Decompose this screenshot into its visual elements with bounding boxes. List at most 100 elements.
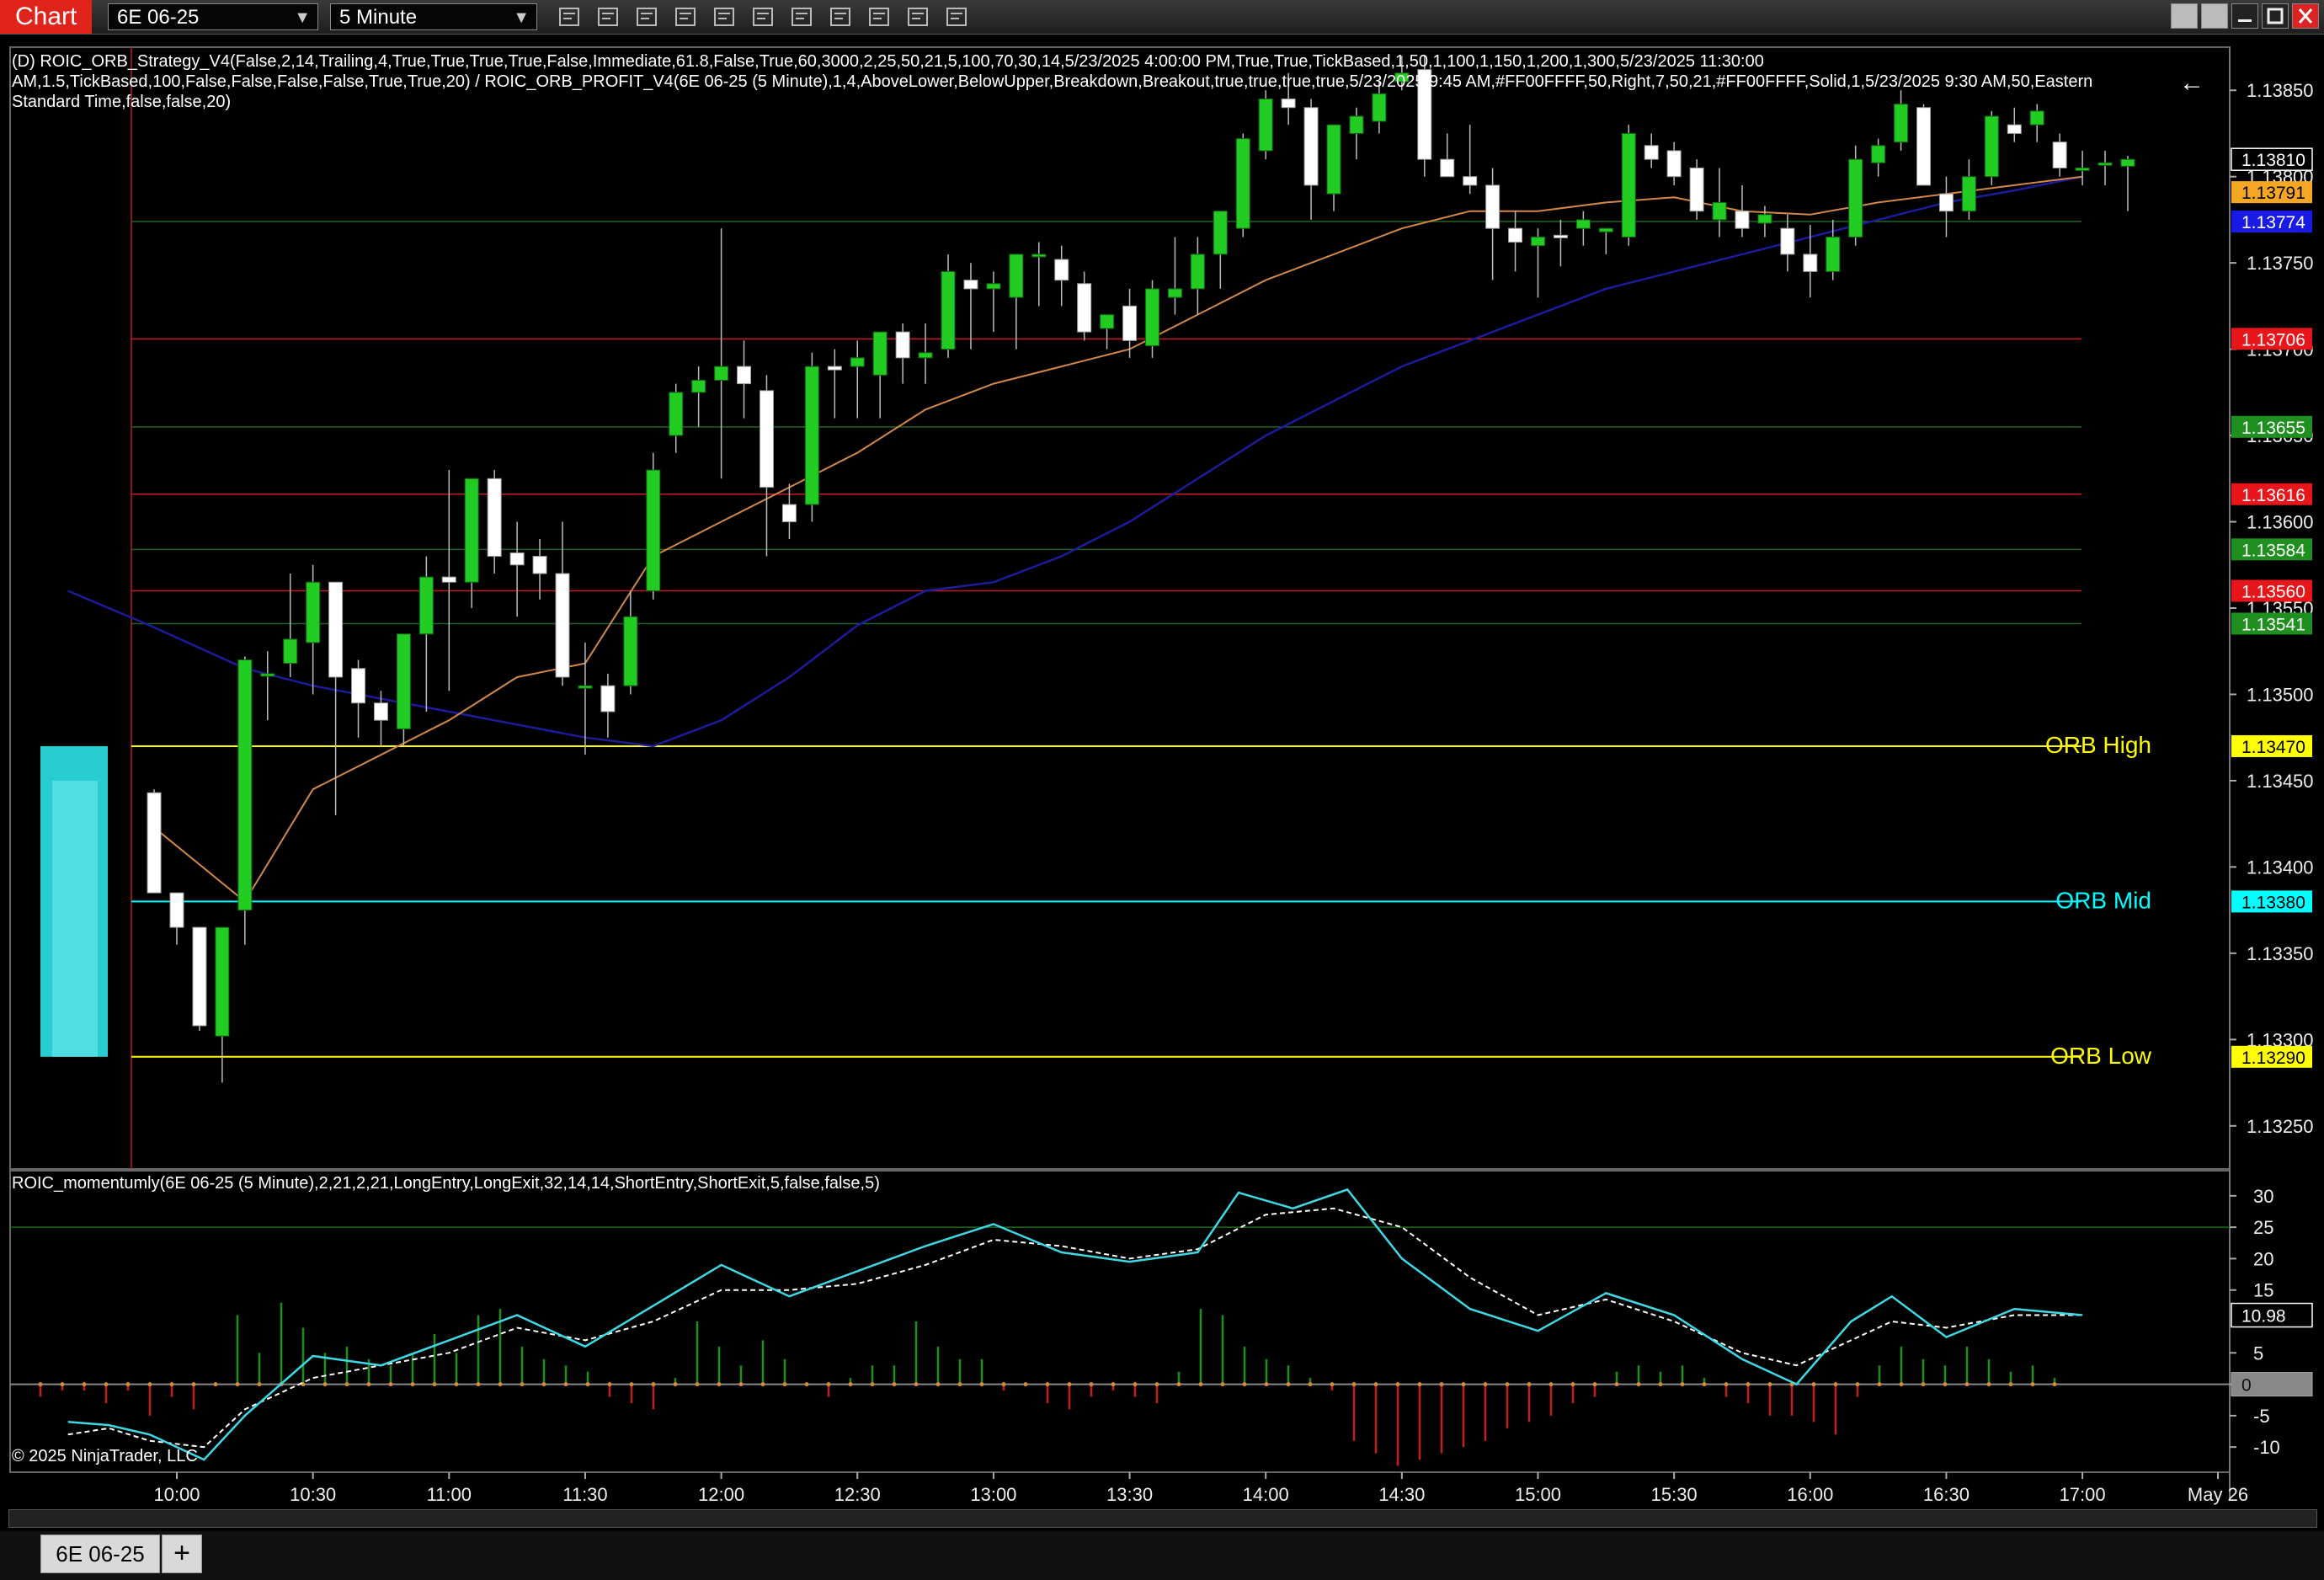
histogram-dot bbox=[1395, 1382, 1400, 1387]
candle-body bbox=[759, 390, 774, 488]
candle-body bbox=[555, 573, 570, 678]
candle-body bbox=[691, 380, 706, 393]
histogram-dot bbox=[563, 1382, 568, 1387]
time-axis-label: 16:00 bbox=[1787, 1484, 1833, 1505]
candle-body bbox=[827, 366, 842, 371]
histogram-dot bbox=[454, 1382, 459, 1387]
histogram-dot bbox=[1855, 1382, 1860, 1387]
candle-body bbox=[1326, 124, 1341, 195]
candle-body bbox=[1031, 254, 1047, 258]
histogram-dot bbox=[935, 1382, 941, 1387]
histogram-dot bbox=[322, 1382, 328, 1387]
candle-body bbox=[192, 926, 207, 1027]
candle-body bbox=[1213, 211, 1228, 255]
time-axis-label: 11:30 bbox=[562, 1484, 607, 1505]
candle-body bbox=[850, 357, 865, 367]
histogram-dot bbox=[476, 1382, 481, 1387]
histogram-dot bbox=[498, 1382, 503, 1387]
price-marker-label: 1.13810 bbox=[2241, 151, 2305, 170]
candle-body bbox=[1553, 234, 1568, 238]
tab-6e-06-25[interactable]: 6E 06-25 bbox=[40, 1535, 160, 1573]
candle-body bbox=[532, 556, 547, 574]
candle-body bbox=[2075, 167, 2090, 171]
candle-body bbox=[464, 478, 479, 583]
price-marker-label: 1.13380 bbox=[2241, 893, 2305, 912]
candle-body bbox=[986, 283, 1001, 290]
histogram-dot bbox=[1373, 1382, 1378, 1387]
candle-body bbox=[1009, 254, 1024, 298]
histogram-dot bbox=[1198, 1382, 1203, 1387]
candle-body bbox=[872, 331, 887, 376]
histogram-dot bbox=[1067, 1382, 1072, 1387]
histogram-dot bbox=[804, 1382, 809, 1387]
time-axis-label: 12:00 bbox=[698, 1484, 744, 1505]
back-arrow-icon[interactable]: ← bbox=[2179, 69, 2204, 98]
histogram-dot bbox=[1483, 1382, 1488, 1387]
time-axis-label: 15:00 bbox=[1515, 1484, 1561, 1505]
price-marker-label: 1.13655 bbox=[2241, 419, 2305, 438]
osc-axis-label: -5 bbox=[2253, 1406, 2270, 1427]
histogram-dot bbox=[1089, 1382, 1094, 1387]
time-axis-label: 13:00 bbox=[970, 1484, 1016, 1505]
tab-bar bbox=[0, 1531, 2324, 1580]
price-marker-label: 1.13774 bbox=[2241, 213, 2305, 232]
candle-body bbox=[1144, 288, 1159, 347]
time-axis-label: 14:30 bbox=[1378, 1484, 1425, 1505]
candle-body bbox=[1575, 219, 1591, 229]
price-marker-label: 1.13560 bbox=[2241, 583, 2305, 602]
histogram-dot bbox=[1330, 1382, 1335, 1387]
candle-body bbox=[1735, 211, 1750, 229]
candle-body bbox=[1757, 214, 1772, 224]
histogram-dot bbox=[1242, 1382, 1247, 1387]
histogram-dot bbox=[1461, 1382, 1466, 1387]
histogram-dot bbox=[848, 1382, 853, 1387]
histogram-dot bbox=[651, 1382, 656, 1387]
histogram-dot bbox=[257, 1382, 262, 1387]
price-axis-label: 1.13250 bbox=[2247, 1116, 2314, 1137]
candle-body bbox=[147, 792, 162, 894]
price-axis-label: 1.13450 bbox=[2247, 771, 2314, 792]
candle-body bbox=[2052, 141, 2067, 168]
candle-body bbox=[941, 270, 956, 350]
histogram-dot bbox=[1111, 1382, 1116, 1387]
histogram-dot bbox=[1724, 1382, 1729, 1387]
histogram-dot bbox=[1154, 1382, 1159, 1387]
momentum-indicator-label: ROIC_momentumly(6E 06-25 (5 Minute),2,21… bbox=[12, 1174, 880, 1193]
momentum-signal-line bbox=[67, 1207, 2083, 1449]
candle-body bbox=[373, 702, 388, 721]
candle-body bbox=[623, 616, 638, 686]
histogram-dot bbox=[1417, 1382, 1422, 1387]
histogram-dot bbox=[1746, 1382, 1751, 1387]
osc-axis-label: -10 bbox=[2253, 1437, 2280, 1458]
candle-body bbox=[1167, 288, 1182, 298]
histogram-dot bbox=[1351, 1382, 1357, 1387]
histogram-dot bbox=[1176, 1382, 1181, 1387]
histogram-dot bbox=[1986, 1382, 1991, 1387]
histogram-dot bbox=[979, 1382, 984, 1387]
histogram-dot bbox=[169, 1382, 174, 1387]
price-axis-label: 1.13750 bbox=[2247, 253, 2314, 274]
candle-body bbox=[1916, 107, 1932, 186]
candle-body bbox=[1848, 158, 1863, 238]
level-label: ORB Low bbox=[2050, 1043, 2152, 1069]
add-tab-button[interactable]: + bbox=[162, 1535, 202, 1573]
orb-range-inner bbox=[52, 780, 98, 1057]
chart-canvas[interactable]: 1.138501.138001.137501.137001.136501.136… bbox=[0, 0, 2324, 1580]
candle-body bbox=[306, 581, 321, 643]
candle-body bbox=[1077, 283, 1092, 333]
time-axis-label: 13:30 bbox=[1106, 1484, 1153, 1505]
price-marker-label: 1.13470 bbox=[2241, 738, 2305, 757]
candle-body bbox=[918, 352, 933, 359]
price-marker-label: 1.13290 bbox=[2241, 1049, 2305, 1068]
osc-axis-label: 30 bbox=[2253, 1186, 2273, 1207]
osc-axis-label: 15 bbox=[2253, 1280, 2273, 1301]
histogram-dot bbox=[1220, 1382, 1225, 1387]
candle-body bbox=[1598, 227, 1613, 232]
histogram-dot bbox=[607, 1382, 612, 1387]
histogram-dot bbox=[1439, 1382, 1444, 1387]
horizontal-scrollbar[interactable] bbox=[8, 1509, 2317, 1528]
histogram-dot bbox=[629, 1382, 634, 1387]
ema-fast-line bbox=[149, 175, 2083, 903]
candle-body bbox=[1644, 145, 1659, 160]
candle-body bbox=[781, 504, 797, 523]
